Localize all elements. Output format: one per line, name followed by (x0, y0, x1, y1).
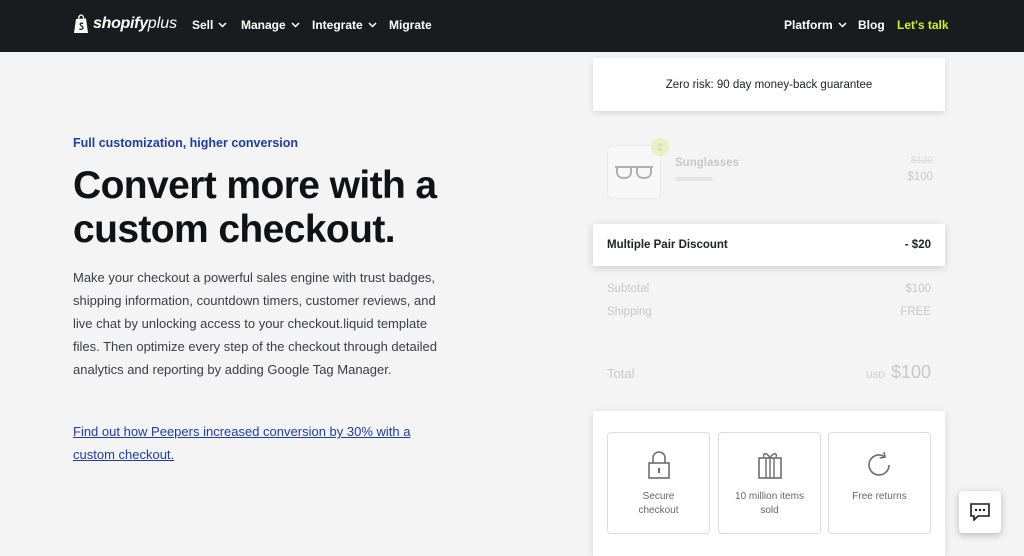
nav-item-migrate[interactable]: Migrate (389, 18, 432, 32)
discount-value: - $20 (904, 239, 931, 251)
trust-badge-label: Secure checkout (638, 491, 679, 516)
shipping-row: Shipping FREE (607, 306, 931, 318)
product-line-item: 2 Sunglasses $120 $100 (607, 138, 933, 199)
chat-bubble-icon (970, 503, 990, 521)
shopify-bag-icon (74, 14, 88, 33)
chevron-down-icon (218, 22, 227, 28)
lets-talk-link[interactable]: Let's talk (897, 18, 949, 32)
eyebrow-text: Full customization, higher conversion (73, 136, 299, 150)
nav-item-label: Migrate (389, 18, 432, 32)
nav-item-label: Manage (241, 18, 286, 32)
nav-item-blog[interactable]: Blog (858, 18, 885, 32)
product-price: $100 (907, 171, 933, 183)
top-nav: shopify plus Sell Manage Integrate Migrat… (0, 0, 1024, 52)
trust-badge-label: 10 million items sold (735, 491, 804, 516)
discount-label: Multiple Pair Discount (607, 239, 728, 251)
case-study-link[interactable]: Find out how Peepers increased conversio… (73, 420, 433, 466)
discount-row: Multiple Pair Discount - $20 (593, 224, 945, 266)
nav-item-label: Let's talk (897, 18, 949, 32)
logo-plus: plus (147, 15, 178, 32)
trust-badge-label: Free returns (852, 491, 907, 502)
trust-badge-returns: Free returns (828, 432, 931, 534)
nav-item-label: Blog (858, 18, 885, 32)
nav-item-label: Platform (784, 18, 833, 32)
logo-word: shopify (93, 15, 148, 32)
sunglasses-icon (615, 166, 653, 180)
nav-item-sell[interactable]: Sell (192, 18, 227, 32)
shipping-value: FREE (900, 306, 931, 318)
trust-badge-items-sold: 10 million items sold (718, 432, 821, 534)
refresh-icon (867, 451, 890, 476)
product-name: Sunglasses (675, 157, 739, 169)
chevron-down-icon (368, 22, 377, 28)
total-row: Total USD $100 (607, 362, 931, 383)
total-label: Total (607, 366, 635, 381)
subtotal-row: Subtotal $100 (607, 283, 931, 295)
page-headline: Convert more with a custom checkout. (73, 164, 437, 251)
trust-badges-panel: Secure checkout 10 million items sold Fr… (593, 411, 945, 556)
chevron-down-icon (838, 22, 847, 28)
subtotal-value: $100 (905, 283, 931, 295)
guarantee-text: Zero risk: 90 day money-back guarantee (665, 78, 873, 91)
nav-item-integrate[interactable]: Integrate (312, 18, 377, 32)
chevron-down-icon (291, 22, 300, 28)
product-variant-placeholder (675, 177, 713, 181)
shipping-label: Shipping (607, 306, 652, 318)
subtotal-label: Subtotal (607, 283, 650, 295)
lock-icon (647, 451, 670, 479)
nav-item-manage[interactable]: Manage (241, 18, 300, 32)
shopify-plus-logo[interactable]: shopify plus (73, 14, 177, 34)
currency-code: USD (865, 370, 885, 380)
hero-body-text: Make your checkout a powerful sales engi… (73, 270, 437, 377)
total-value: $100 (890, 362, 931, 382)
quantity-badge: 2 (651, 138, 669, 156)
trust-badge-secure: Secure checkout (607, 432, 710, 534)
gift-icon (757, 453, 782, 479)
nav-item-label: Sell (192, 18, 214, 32)
nav-item-label: Integrate (312, 18, 363, 32)
product-old-price: $120 (910, 155, 933, 166)
guarantee-banner: Zero risk: 90 day money-back guarantee (593, 58, 945, 111)
chat-button[interactable] (959, 491, 1001, 533)
nav-item-platform[interactable]: Platform (784, 18, 847, 32)
